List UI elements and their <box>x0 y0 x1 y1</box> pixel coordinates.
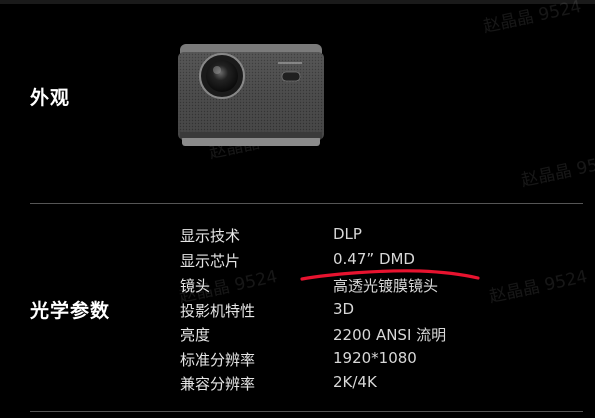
watermark: 赵晶晶 9524 <box>481 0 584 38</box>
spec-value: 2200 ANSI 流明 <box>333 326 447 344</box>
spec-label: 标准分辨率 <box>180 351 256 369</box>
spec-label: 显示芯片 <box>180 252 241 270</box>
spec-label: 兼容分辨率 <box>180 375 256 393</box>
top-border <box>0 0 595 4</box>
section-divider <box>30 411 583 412</box>
section-title-appearance: 外观 <box>30 87 71 109</box>
spec-value: 3D <box>333 300 355 318</box>
red-underline-annotation <box>300 269 480 281</box>
spec-label: 镜头 <box>180 277 211 295</box>
spec-value: DLP <box>333 225 362 243</box>
spec-label: 投影机特性 <box>180 302 256 320</box>
spec-value: 1920*1080 <box>333 349 417 367</box>
projector-image <box>178 44 324 146</box>
watermark: 赵晶晶 9524 <box>519 150 595 192</box>
spec-value: 2K/4K <box>333 373 377 391</box>
spec-label: 亮度 <box>180 326 211 344</box>
spec-label: 显示技术 <box>180 227 241 245</box>
section-title-optics: 光学参数 <box>30 300 111 322</box>
section-divider <box>30 203 583 204</box>
watermark: 赵晶晶 9524 <box>487 266 590 308</box>
